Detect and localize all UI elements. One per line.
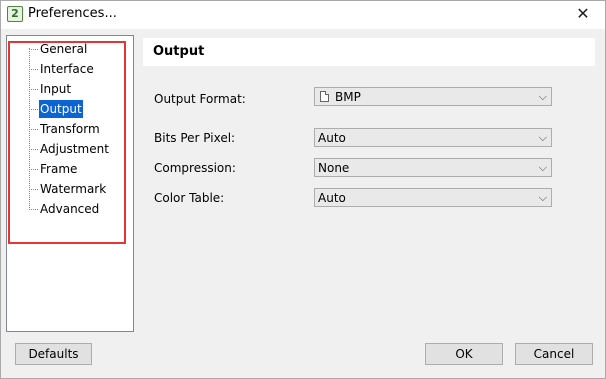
page-title: Output [153, 44, 205, 59]
bits-per-pixel-value: Auto [318, 131, 346, 145]
chevron-down-icon: ⌵ [538, 161, 547, 174]
sidebar-item-label: Interface [40, 62, 94, 76]
close-icon[interactable]: ✕ [561, 1, 605, 29]
tree-connector [29, 129, 38, 130]
sidebar-item-label: Watermark [40, 182, 107, 196]
chevron-down-icon: ⌵ [538, 90, 547, 103]
file-icon [320, 91, 329, 102]
chevron-down-icon: ⌵ [538, 131, 547, 144]
bits-per-pixel-select[interactable]: Auto ⌵ [314, 128, 552, 147]
sidebar-item-label: Adjustment [40, 142, 109, 156]
category-tree: General Interface Input Output Transform… [6, 35, 134, 332]
tree-connector [29, 49, 38, 50]
tree-connector [29, 169, 38, 170]
tree-connector [29, 209, 38, 210]
output-format-select[interactable]: BMP ⌵ [314, 87, 552, 106]
color-table-select[interactable]: Auto ⌵ [314, 188, 552, 207]
compression-select[interactable]: None ⌵ [314, 158, 552, 177]
compression-label: Compression: [154, 161, 236, 175]
preferences-dialog: 2 Preferences... ✕ General Interface Inp… [0, 0, 606, 379]
sidebar-item-label: Input [40, 82, 72, 96]
sidebar-item-label: General [40, 42, 88, 56]
ok-button[interactable]: OK [425, 343, 503, 365]
tree-connector [29, 109, 38, 110]
sidebar-item-label: Advanced [40, 202, 100, 216]
output-format-value: BMP [335, 90, 361, 104]
title-bar: 2 Preferences... ✕ [1, 1, 605, 29]
app-icon: 2 [7, 6, 23, 22]
window-title: Preferences... [28, 6, 117, 21]
chevron-down-icon: ⌵ [538, 191, 547, 204]
compression-value: None [318, 161, 350, 175]
cancel-button[interactable]: Cancel [515, 343, 593, 365]
sidebar-item-label: Frame [40, 162, 78, 176]
tree-connector [29, 149, 38, 150]
section-header: Output [143, 38, 595, 66]
tree-connector [29, 89, 38, 90]
tree-connector [29, 69, 38, 70]
defaults-button[interactable]: Defaults [15, 343, 92, 365]
color-table-value: Auto [318, 191, 346, 205]
tree-connector-line [29, 48, 30, 208]
sidebar-item-label: Output [39, 100, 83, 118]
output-format-label: Output Format: [154, 92, 246, 106]
bits-per-pixel-label: Bits Per Pixel: [154, 131, 236, 145]
tree-connector [29, 189, 38, 190]
sidebar-item-label: Transform [40, 122, 100, 136]
color-table-label: Color Table: [154, 191, 225, 205]
